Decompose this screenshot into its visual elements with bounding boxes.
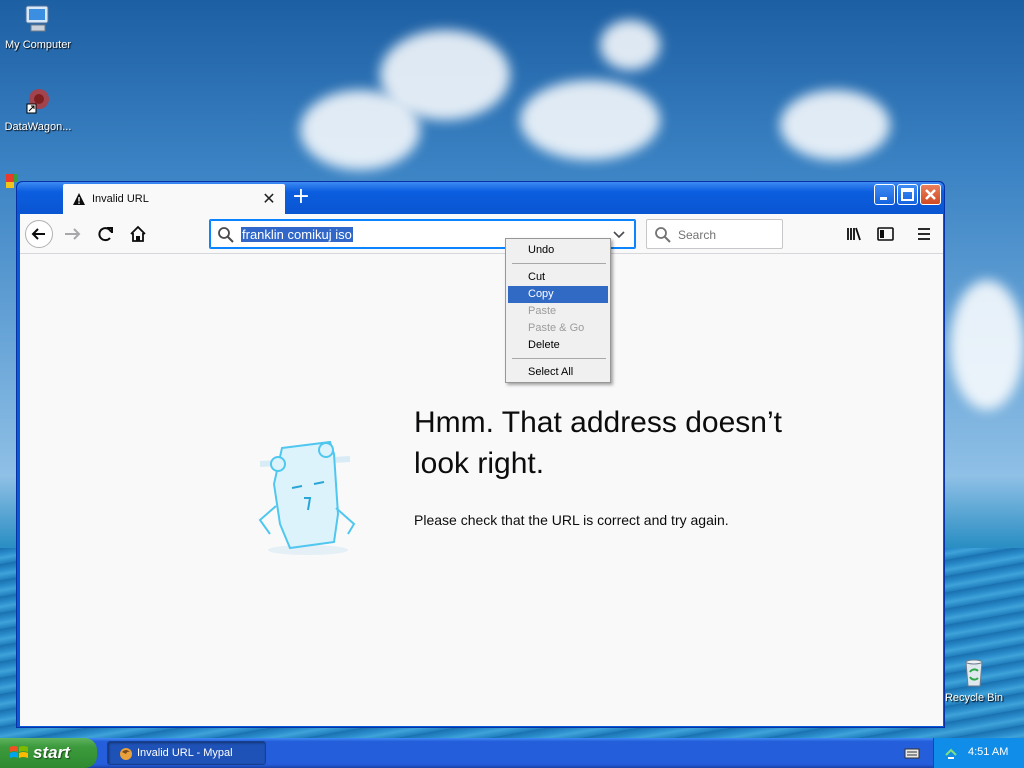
- cloud: [520, 80, 660, 160]
- library-icon: [847, 227, 861, 241]
- search-icon: [654, 226, 672, 247]
- maximize-button[interactable]: [897, 184, 918, 205]
- home-button[interactable]: [124, 220, 152, 248]
- context-menu-item-cut[interactable]: Cut: [508, 269, 608, 286]
- context-menu-item-select-all[interactable]: Select All: [508, 364, 608, 381]
- back-button[interactable]: [25, 220, 53, 248]
- maximize-icon: [901, 188, 914, 201]
- back-arrow-icon: [31, 228, 45, 240]
- menu-separator: [512, 263, 606, 264]
- desktop-icon-datawagon[interactable]: DataWagon...: [0, 85, 78, 133]
- context-menu-item-delete[interactable]: Delete: [508, 337, 608, 354]
- taskbar: start Invalid URL - Mypal 4:51 AM: [0, 738, 1024, 768]
- cloud: [950, 280, 1024, 410]
- forward-button[interactable]: [59, 220, 87, 248]
- search-icon: [217, 226, 235, 247]
- menu-separator: [512, 358, 606, 359]
- reload-button[interactable]: [92, 220, 120, 248]
- reload-icon: [98, 227, 113, 242]
- start-label: start: [33, 743, 70, 762]
- datawagon-icon: [22, 85, 54, 117]
- computer-icon: [22, 3, 54, 35]
- context-menu: Undo Cut Copy Paste Paste & Go Delete Se…: [505, 238, 611, 383]
- error-description: Please check that the URL is correct and…: [414, 512, 729, 528]
- cloud: [600, 20, 660, 70]
- cloud: [780, 90, 890, 160]
- tab-invalid-url[interactable]: Invalid URL ✕: [63, 184, 285, 214]
- desktop-icon-my-computer[interactable]: My Computer: [0, 3, 78, 51]
- home-icon: [130, 225, 146, 242]
- context-menu-item-paste-and-go: Paste & Go: [528, 322, 585, 334]
- url-input[interactable]: franklin comikuj iso: [241, 227, 353, 242]
- error-illustration: [230, 424, 380, 567]
- sidebar-button[interactable]: [871, 220, 899, 248]
- desktop-icon-label: DataWagon...: [4, 121, 72, 133]
- windows-logo-icon: [9, 744, 29, 765]
- navigation-toolbar: franklin comikuj iso Search: [20, 214, 943, 254]
- taskbar-item-label: Invalid URL - Mypal: [137, 747, 233, 759]
- browser-app-icon: [118, 746, 134, 765]
- minimize-button[interactable]: [874, 184, 895, 205]
- browser-window: Invalid URL ✕ + franklin comikuj iso Sea…: [16, 181, 945, 728]
- page-content: Hmm. That address doesn’t look right. Pl…: [20, 254, 943, 726]
- recycle-bin-icon: [958, 656, 990, 688]
- desktop-icon-recycle-bin[interactable]: Recycle Bin: [934, 656, 1014, 704]
- chevron-down-icon[interactable]: [611, 227, 627, 246]
- start-button[interactable]: start: [0, 738, 97, 768]
- desktop-icon-label: My Computer: [4, 39, 72, 51]
- error-title: Hmm. That address doesn’t look right.: [414, 406, 782, 480]
- sidebar-icon: [877, 227, 894, 241]
- system-tray: 4:51 AM: [933, 738, 1024, 768]
- close-icon: [925, 189, 936, 200]
- network-icon[interactable]: [943, 745, 959, 764]
- tab-title: Invalid URL: [92, 193, 149, 205]
- taskbar-item-browser[interactable]: Invalid URL - Mypal: [107, 741, 266, 765]
- tab-close-icon[interactable]: ✕: [259, 189, 279, 209]
- warning-icon: [72, 192, 86, 206]
- search-placeholder: Search: [678, 228, 717, 242]
- forward-arrow-icon: [65, 228, 81, 240]
- desktop-icon-label: Recycle Bin: [944, 692, 1004, 704]
- minimize-icon: [880, 197, 887, 200]
- keyboard-icon[interactable]: [904, 746, 920, 763]
- window-titlebar[interactable]: Invalid URL ✕ +: [17, 182, 944, 214]
- clock[interactable]: 4:51 AM: [968, 746, 1008, 758]
- context-menu-item-undo[interactable]: Undo: [508, 242, 608, 259]
- search-bar[interactable]: Search: [646, 219, 783, 249]
- cloud: [300, 90, 420, 170]
- new-tab-button[interactable]: +: [289, 186, 313, 210]
- hamburger-menu-icon: [918, 228, 930, 240]
- close-window-button[interactable]: [920, 184, 941, 205]
- menu-button[interactable]: [910, 220, 938, 248]
- library-button[interactable]: [840, 220, 868, 248]
- context-menu-item-paste: Paste: [528, 305, 557, 317]
- context-menu-item-copy[interactable]: Copy: [508, 286, 608, 303]
